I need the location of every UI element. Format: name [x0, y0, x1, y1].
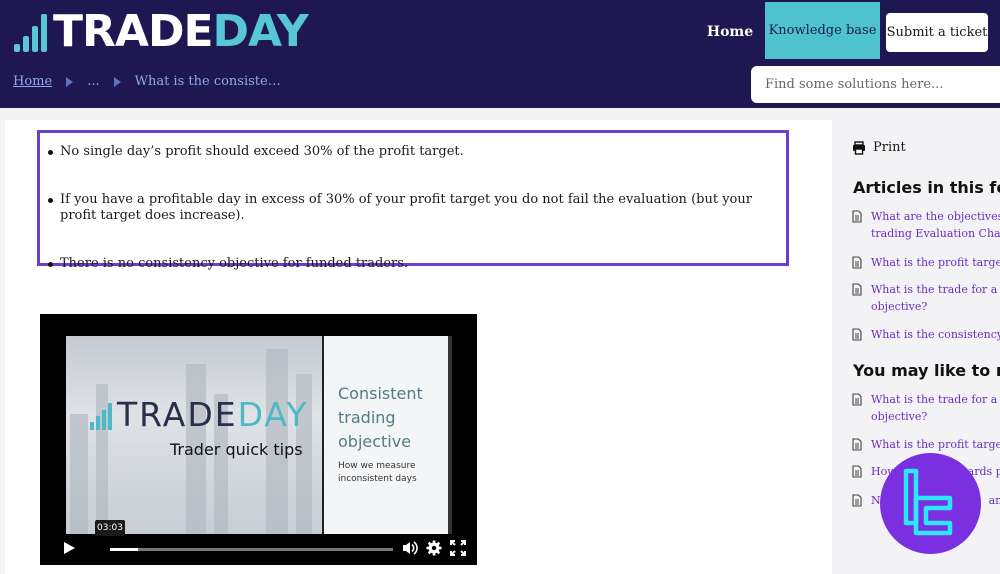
document-icon	[852, 494, 862, 507]
you-may-like-heading: You may like to rea	[853, 361, 1000, 380]
bullet-icon	[48, 262, 53, 267]
breadcrumb: Home ... What is the consiste…	[13, 74, 281, 89]
document-icon	[852, 283, 862, 296]
printer-icon	[853, 140, 865, 155]
volume-icon[interactable]	[401, 539, 419, 557]
folder-article-link[interactable]: What is the profit target ob	[852, 254, 1000, 271]
bullet-icon	[48, 198, 53, 203]
breadcrumb-arrow-icon	[66, 76, 74, 87]
print-label: Print	[873, 140, 906, 155]
articles-in-folder-heading: Articles in this fold	[853, 178, 1000, 197]
submit-ticket-button[interactable]: Submit a ticket	[886, 13, 988, 52]
document-icon	[852, 256, 862, 269]
breadcrumb-ellipsis[interactable]: ...	[87, 74, 99, 89]
video-subtitle: Trader quick tips	[170, 440, 303, 459]
list-item: If you have a profitable day in excess o…	[48, 192, 786, 224]
folder-article-link[interactable]: What is the trade for a miniobjective?	[852, 281, 1000, 315]
logo-bars-icon	[14, 12, 47, 52]
print-button[interactable]: Print	[852, 140, 906, 155]
video-frame: TRADEDAY Trader quick tips Consistent tr…	[66, 336, 452, 534]
play-icon[interactable]	[64, 542, 75, 554]
breadcrumb-home-link[interactable]: Home	[13, 74, 52, 89]
video-progress-fill	[110, 548, 139, 551]
nav-knowledge-base-tab[interactable]: Knowledge base	[765, 2, 880, 59]
nav-home-link[interactable]: Home	[703, 20, 757, 44]
related-article-link[interactable]: What is the trade for a miniobjective?	[852, 391, 1000, 425]
document-icon	[852, 328, 862, 341]
tradingfinder-logo-icon	[903, 468, 953, 536]
video-progress-bar[interactable]	[110, 548, 393, 551]
highlighted-rules-box: No single day’s profit should exceed 30%…	[37, 130, 789, 271]
rules-list: No single day’s profit should exceed 30%…	[40, 133, 786, 272]
settings-icon[interactable]	[425, 539, 443, 557]
document-icon	[852, 438, 862, 451]
logo-bars-icon	[90, 402, 112, 430]
site-header: TRADEDAY Home Knowledge base Submit a ti…	[0, 0, 1000, 108]
related-article-link[interactable]: What is the profit target ob	[852, 436, 1000, 453]
tradeday-logo[interactable]: TRADEDAY	[14, 6, 309, 57]
folder-article-link[interactable]: What is the consistency obj	[852, 326, 1000, 343]
video-slide-panel: Consistent trading objective How we meas…	[324, 336, 448, 534]
video-controls	[40, 534, 477, 565]
document-icon	[852, 465, 862, 478]
video-tradeday-logo: TRADEDAY	[90, 398, 309, 432]
list-item: There is no consistency objective for fu…	[48, 256, 786, 272]
brand-watermark-badge	[880, 453, 981, 554]
video-slide-caption: How we measure inconsistent days	[338, 461, 417, 484]
video-player[interactable]: TRADEDAY Trader quick tips Consistent tr…	[40, 314, 477, 565]
folder-article-link[interactable]: What are the objectives andtrading Evalu…	[852, 208, 1000, 242]
breadcrumb-current: What is the consiste…	[134, 74, 281, 89]
document-icon	[852, 210, 862, 223]
logo-wordmark: TRADEDAY	[53, 6, 309, 57]
fullscreen-icon[interactable]	[449, 539, 467, 557]
breadcrumb-arrow-icon	[113, 76, 121, 87]
video-city-background: TRADEDAY Trader quick tips	[66, 336, 322, 534]
document-icon	[852, 393, 862, 406]
video-slide-title: Consistent trading objective	[338, 384, 423, 451]
search-input[interactable]	[751, 66, 1000, 103]
list-item: No single day’s profit should exceed 30%…	[48, 144, 786, 160]
bullet-icon	[48, 150, 53, 155]
